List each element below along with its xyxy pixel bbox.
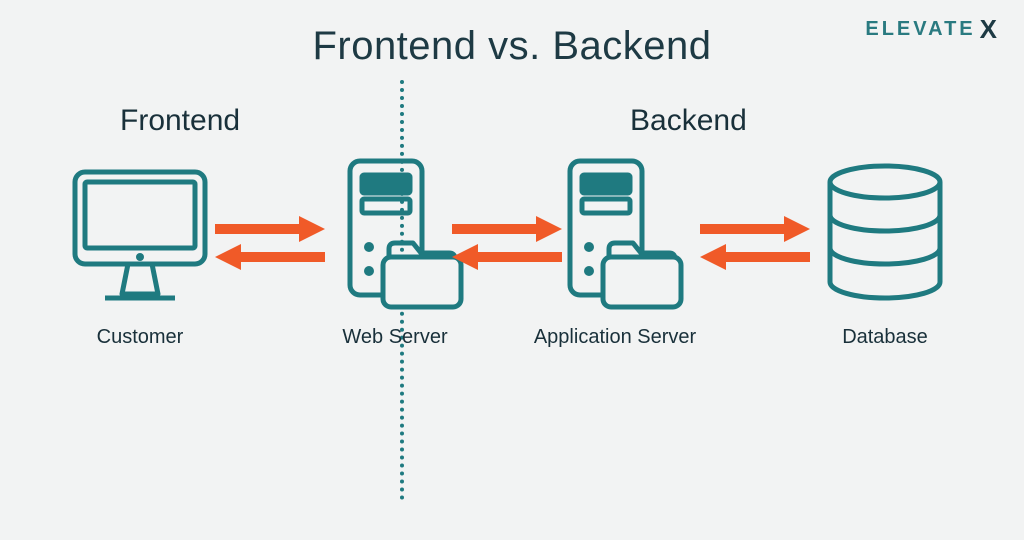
node-appserver-label: Application Server xyxy=(530,326,700,349)
brand-text: ELEVATE xyxy=(865,18,975,41)
database-icon xyxy=(800,160,970,310)
monitor-icon xyxy=(55,160,225,310)
node-database-label: Database xyxy=(800,326,970,349)
section-label-backend: Backend xyxy=(630,104,747,138)
node-customer-label: Customer xyxy=(55,326,225,349)
diagram-canvas: Frontend vs. Backend ELEVATE X Frontend … xyxy=(0,0,1024,540)
section-label-frontend: Frontend xyxy=(120,104,240,138)
node-webserver-label: Web Server xyxy=(310,326,480,349)
flow-customer-webserver xyxy=(215,208,325,278)
brand-logo: ELEVATE X xyxy=(865,14,1000,45)
server-folder-icon xyxy=(530,160,700,310)
brand-x-icon: X xyxy=(980,14,1000,45)
architecture-row: Customer xyxy=(0,160,1024,400)
flow-appserver-database xyxy=(700,208,810,278)
node-appserver: Application Server xyxy=(530,160,700,349)
node-customer: Customer xyxy=(55,160,225,349)
node-database: Database xyxy=(800,160,970,349)
